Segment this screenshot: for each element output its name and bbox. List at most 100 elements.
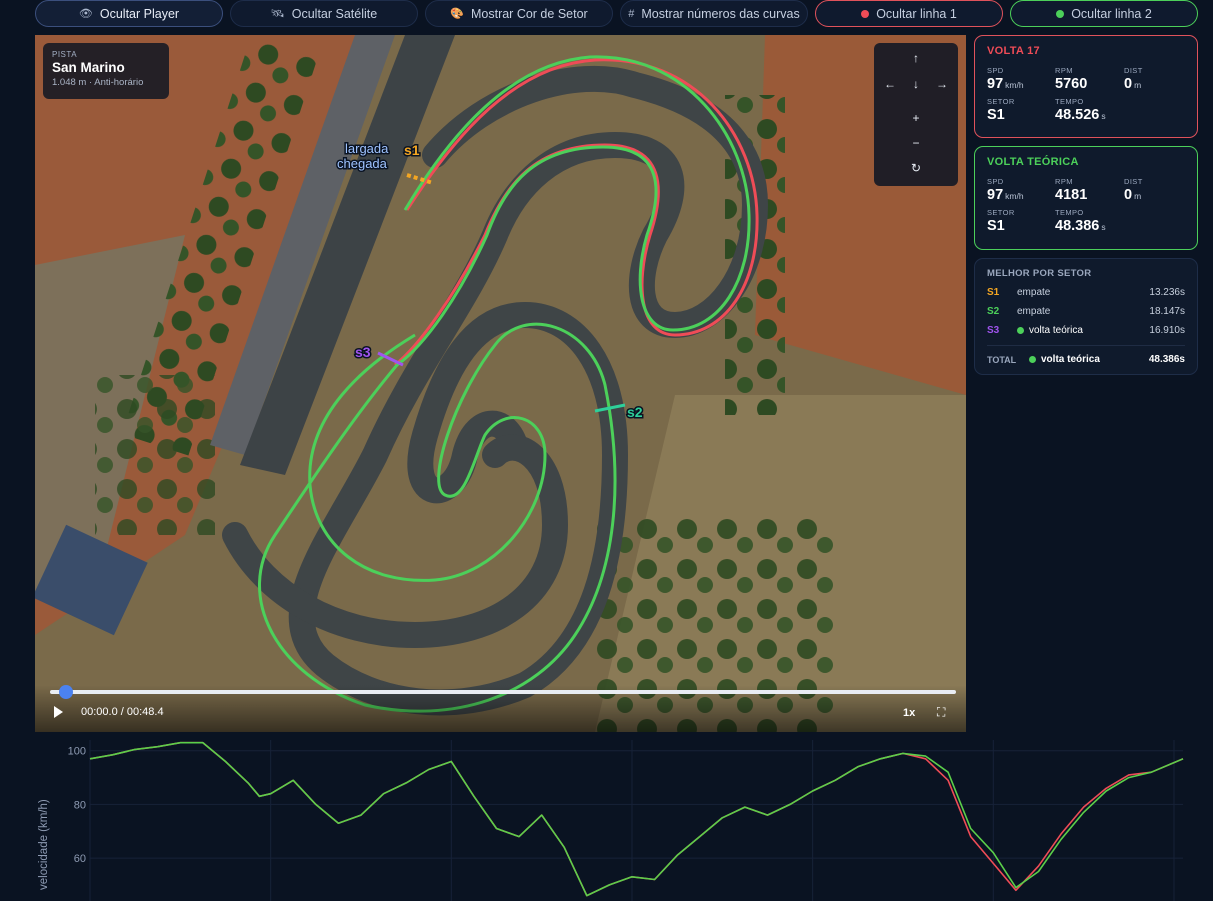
- lap-dist-unit: m: [1134, 80, 1142, 90]
- fullscreen-icon[interactable]: ⛶: [937, 705, 945, 720]
- toggle-satellite-button[interactable]: 🛰 Ocultar Satélite: [230, 0, 418, 27]
- chart-ytick-label: 80: [74, 799, 86, 811]
- theo-spd-label: SPD: [987, 177, 1004, 186]
- pan-right-icon[interactable]: →: [932, 77, 952, 91]
- toggle-line2-button[interactable]: Ocultar linha 2: [1010, 0, 1198, 27]
- speed-series-line-1: [89, 741, 1184, 897]
- theo-time-value: 48.386: [1055, 218, 1100, 234]
- pan-down-icon[interactable]: ↓: [906, 77, 926, 91]
- theo-spd-unit: km/h: [1005, 191, 1024, 201]
- best-s3-sector: S3: [987, 325, 1000, 336]
- theoretical-title: VOLTA TEÓRICA: [987, 156, 1079, 168]
- video-player: 00:00.0 / 00:48.4 1x ⛶: [35, 685, 966, 732]
- palette-icon: 🎨: [450, 8, 464, 20]
- start-label-line2: chegada: [337, 156, 388, 171]
- lap-time-label: TEMPO: [1055, 97, 1084, 106]
- lap-rpm-label: RPM: [1055, 66, 1073, 75]
- theo-dist-unit: m: [1134, 191, 1142, 201]
- lap-panel: VOLTA 17 SPD 97 km/h RPM 5760 DIST 0m SET…: [974, 35, 1198, 138]
- satellite-icon: 🛰: [270, 8, 285, 20]
- playback-speed-button[interactable]: 1x: [903, 707, 915, 719]
- seek-bar[interactable]: [50, 685, 956, 699]
- theo-rpm-value: 4181: [1055, 187, 1088, 203]
- s3-label: s3: [355, 344, 371, 360]
- chart-y-ticks: 100 80 60: [68, 746, 86, 865]
- lap-sector-value: S1: [987, 107, 1005, 123]
- chart-ylabel: velocidade (km/h): [38, 799, 50, 890]
- best-total-winner: volta teórica: [1041, 354, 1100, 365]
- track-details: 1.048 m · Anti-horário: [52, 77, 144, 88]
- sector-color-label: Mostrar Cor de Setor: [470, 6, 588, 21]
- s1-label: s1: [404, 142, 420, 158]
- zoom-in-icon[interactable]: +: [906, 111, 926, 125]
- track-label: PISTA: [52, 50, 78, 59]
- play-icon[interactable]: [54, 706, 63, 718]
- best-s3-dot-icon: [1017, 327, 1024, 334]
- track-info-card: PISTA San Marino 1.048 m · Anti-horário: [43, 43, 169, 99]
- best-row-s3: S3 volta teórica 16.910s: [987, 325, 1185, 336]
- lap-rpm-value: 5760: [1055, 76, 1088, 92]
- toggle-player-label: Ocultar Player: [99, 6, 180, 21]
- speed-series-line-2: [89, 741, 1184, 897]
- best-s1-sector: S1: [987, 287, 1000, 298]
- lap-title: VOLTA 17: [987, 45, 1040, 57]
- theo-dist-value: 0: [1124, 187, 1133, 203]
- theoretical-lap-panel: VOLTA TEÓRICA SPD 97 km/h RPM 4181 DIST 0…: [974, 146, 1198, 250]
- start-label-line1: largada: [345, 141, 389, 156]
- best-s2-winner: empate: [1017, 306, 1051, 317]
- line2-dot-icon: [1056, 9, 1065, 18]
- best-total-dot-icon: [1029, 356, 1036, 363]
- track-map[interactable]: largada chegada s1 s2 s3 PISTA San Marin…: [35, 35, 966, 732]
- best-separator: [987, 345, 1185, 346]
- best-title: MELHOR POR SETOR: [987, 268, 1092, 279]
- seek-handle[interactable]: [59, 685, 73, 699]
- lap-dist-label: DIST: [1124, 66, 1143, 75]
- chart-series: [89, 741, 1184, 897]
- toggle-satellite-label: Ocultar Satélite: [291, 6, 378, 21]
- chart-ytick-label: 100: [68, 746, 86, 758]
- speed-chart[interactable]: 100 80 60 velocidade (km/h): [35, 740, 1198, 901]
- pan-left-icon[interactable]: ←: [880, 77, 900, 91]
- toggle-line1-button[interactable]: Ocultar linha 1: [815, 0, 1003, 27]
- curve-numbers-label: Mostrar números das curvas: [641, 6, 800, 21]
- theo-sector-label: SETOR: [987, 208, 1015, 217]
- theo-spd-value: 97: [987, 187, 1004, 203]
- theo-sector-value: S1: [987, 218, 1005, 234]
- toolbar: 👁 Ocultar Player 🛰 Ocultar Satélite 🎨 Mo…: [35, 0, 1198, 29]
- lap-time-value: 48.526: [1055, 107, 1100, 123]
- best-row-s1: S1 empate 13.236s: [987, 287, 1185, 298]
- lap-dist-value: 0: [1124, 76, 1133, 92]
- best-total-label: TOTAL: [987, 354, 1017, 365]
- curve-numbers-button[interactable]: # Mostrar números das curvas: [620, 0, 808, 27]
- toggle-line1-label: Ocultar linha 1: [876, 6, 957, 21]
- lap-sector-label: SETOR: [987, 97, 1015, 106]
- pan-up-icon[interactable]: ↑: [906, 51, 926, 65]
- zoom-out-icon[interactable]: −: [906, 136, 926, 150]
- lap-time-unit: s: [1101, 111, 1106, 121]
- eye-icon: 👁: [78, 8, 93, 20]
- theo-time-unit: s: [1101, 222, 1106, 232]
- track-name: San Marino: [52, 60, 125, 75]
- theo-rpm-label: RPM: [1055, 177, 1073, 186]
- best-sector-panel: MELHOR POR SETOR S1 empate 13.236s S2 em…: [974, 258, 1198, 375]
- lap-spd-label: SPD: [987, 66, 1004, 75]
- line1-dot-icon: [861, 9, 870, 18]
- theo-time-label: TEMPO: [1055, 208, 1084, 217]
- toggle-line2-label: Ocultar linha 2: [1071, 6, 1152, 21]
- toggle-player-button[interactable]: 👁 Ocultar Player: [35, 0, 223, 27]
- best-s1-time: 13.236s: [1149, 287, 1185, 298]
- map-navigation: ↑ ← ↓ → + − ↻: [874, 43, 958, 186]
- best-s1-winner: empate: [1017, 287, 1051, 298]
- playback-time: 00:00.0 / 00:48.4: [81, 706, 164, 718]
- lap-spd-value: 97: [987, 76, 1004, 92]
- best-total-row: TOTAL volta teórica 48.386s: [987, 354, 1185, 365]
- best-total-time: 48.386s: [1148, 354, 1185, 365]
- theo-dist-label: DIST: [1124, 177, 1143, 186]
- chart-ytick-label: 60: [74, 853, 86, 865]
- reset-view-icon[interactable]: ↻: [906, 161, 926, 175]
- best-s2-sector: S2: [987, 306, 1000, 317]
- best-s2-time: 18.147s: [1149, 306, 1185, 317]
- hash-icon: #: [628, 7, 635, 20]
- sector-color-button[interactable]: 🎨 Mostrar Cor de Setor: [425, 0, 613, 27]
- best-row-s2: S2 empate 18.147s: [987, 306, 1185, 317]
